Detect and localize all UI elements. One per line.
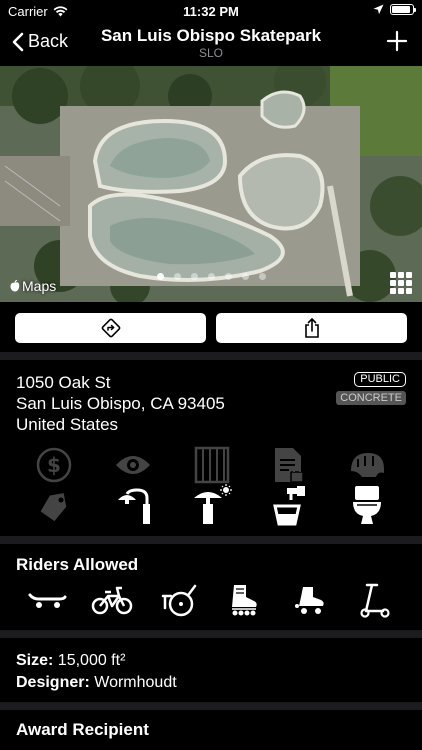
apple-logo-icon: [10, 280, 20, 292]
page-dot[interactable]: [190, 273, 198, 280]
designer-row: Designer: Wormhoudt: [16, 672, 177, 694]
address-country: United States: [16, 415, 119, 434]
address-block[interactable]: 1050 Oak St San Luis Obispo, CA 93405 Un…: [16, 372, 225, 435]
size-label: Size:: [16, 652, 54, 669]
award-title: Award Recipient: [16, 720, 149, 739]
share-button[interactable]: [216, 313, 407, 343]
section-separator: [0, 630, 422, 638]
skateboard-icon: [25, 580, 69, 620]
page-dot[interactable]: [241, 273, 249, 280]
page-dot[interactable]: [156, 273, 164, 280]
helmet-icon: [347, 445, 387, 485]
page-dot[interactable]: [207, 273, 215, 280]
status-bar: Carrier 11:32 PM: [0, 0, 422, 22]
battery-icon: [390, 4, 416, 15]
maps-label: Maps: [22, 278, 57, 294]
paid-icon: $: [34, 445, 74, 485]
price-tag-icon: [34, 487, 74, 527]
section-separator: [0, 702, 422, 710]
add-button[interactable]: [386, 30, 408, 57]
page-indicator[interactable]: [0, 273, 422, 280]
designer-label: Designer:: [16, 674, 90, 691]
designer-value: Wormhoudt: [94, 674, 177, 691]
gallery-grid-button[interactable]: [390, 272, 412, 294]
access-badge: PUBLIC: [354, 372, 406, 387]
restroom-icon: [347, 485, 387, 525]
maps-attribution[interactable]: Maps: [10, 278, 56, 294]
clock: 11:32 PM: [183, 4, 239, 19]
svg-text:$: $: [47, 453, 61, 477]
address-street: 1050 Oak St: [16, 373, 111, 392]
fence-icon: [192, 445, 232, 485]
riders-title: Riders Allowed: [16, 555, 139, 574]
plus-icon: [386, 30, 408, 52]
location-arrow-icon: [373, 4, 384, 15]
waiver-icon: [269, 445, 309, 485]
park-details: Size: 15,000 ft² Designer: Wormhoudt: [16, 650, 177, 694]
section-separator: [0, 536, 422, 544]
inline-skate-icon: [222, 580, 266, 620]
section-separator: [0, 352, 422, 360]
kick-scooter-icon: [352, 580, 396, 620]
directions-icon: [101, 318, 120, 338]
surface-badge: CONCRETE: [336, 391, 406, 405]
size-value: 15,000 ft²: [57, 652, 126, 669]
status-right: [373, 4, 416, 15]
address-city: San Luis Obispo, CA 93405: [16, 394, 225, 413]
tags: PUBLIC CONCRETE: [336, 372, 406, 405]
page-dot[interactable]: [173, 273, 181, 280]
size-row: Size: 15,000 ft²: [16, 650, 177, 672]
navigation-bar: Back San Luis Obispo Skatepark SLO: [0, 22, 422, 66]
street-light-icon: [113, 485, 153, 525]
page-dot[interactable]: [258, 273, 266, 280]
share-icon: [304, 318, 319, 338]
action-row: [15, 313, 407, 343]
satellite-imagery: [0, 66, 422, 302]
bmx-bike-icon: [90, 580, 134, 620]
directions-button[interactable]: [15, 313, 206, 343]
shade-umbrella-icon: [192, 484, 232, 525]
page-subtitle: SLO: [198, 46, 223, 60]
water-fountain-icon: [269, 485, 309, 526]
page-title: San Luis Obispo Skatepark: [100, 26, 322, 45]
page-dot[interactable]: [224, 273, 232, 280]
eye-icon: [113, 445, 153, 485]
satellite-map[interactable]: Maps: [0, 66, 422, 302]
roller-skate-icon: [288, 580, 332, 620]
scooter-wheel-icon: [157, 580, 201, 620]
